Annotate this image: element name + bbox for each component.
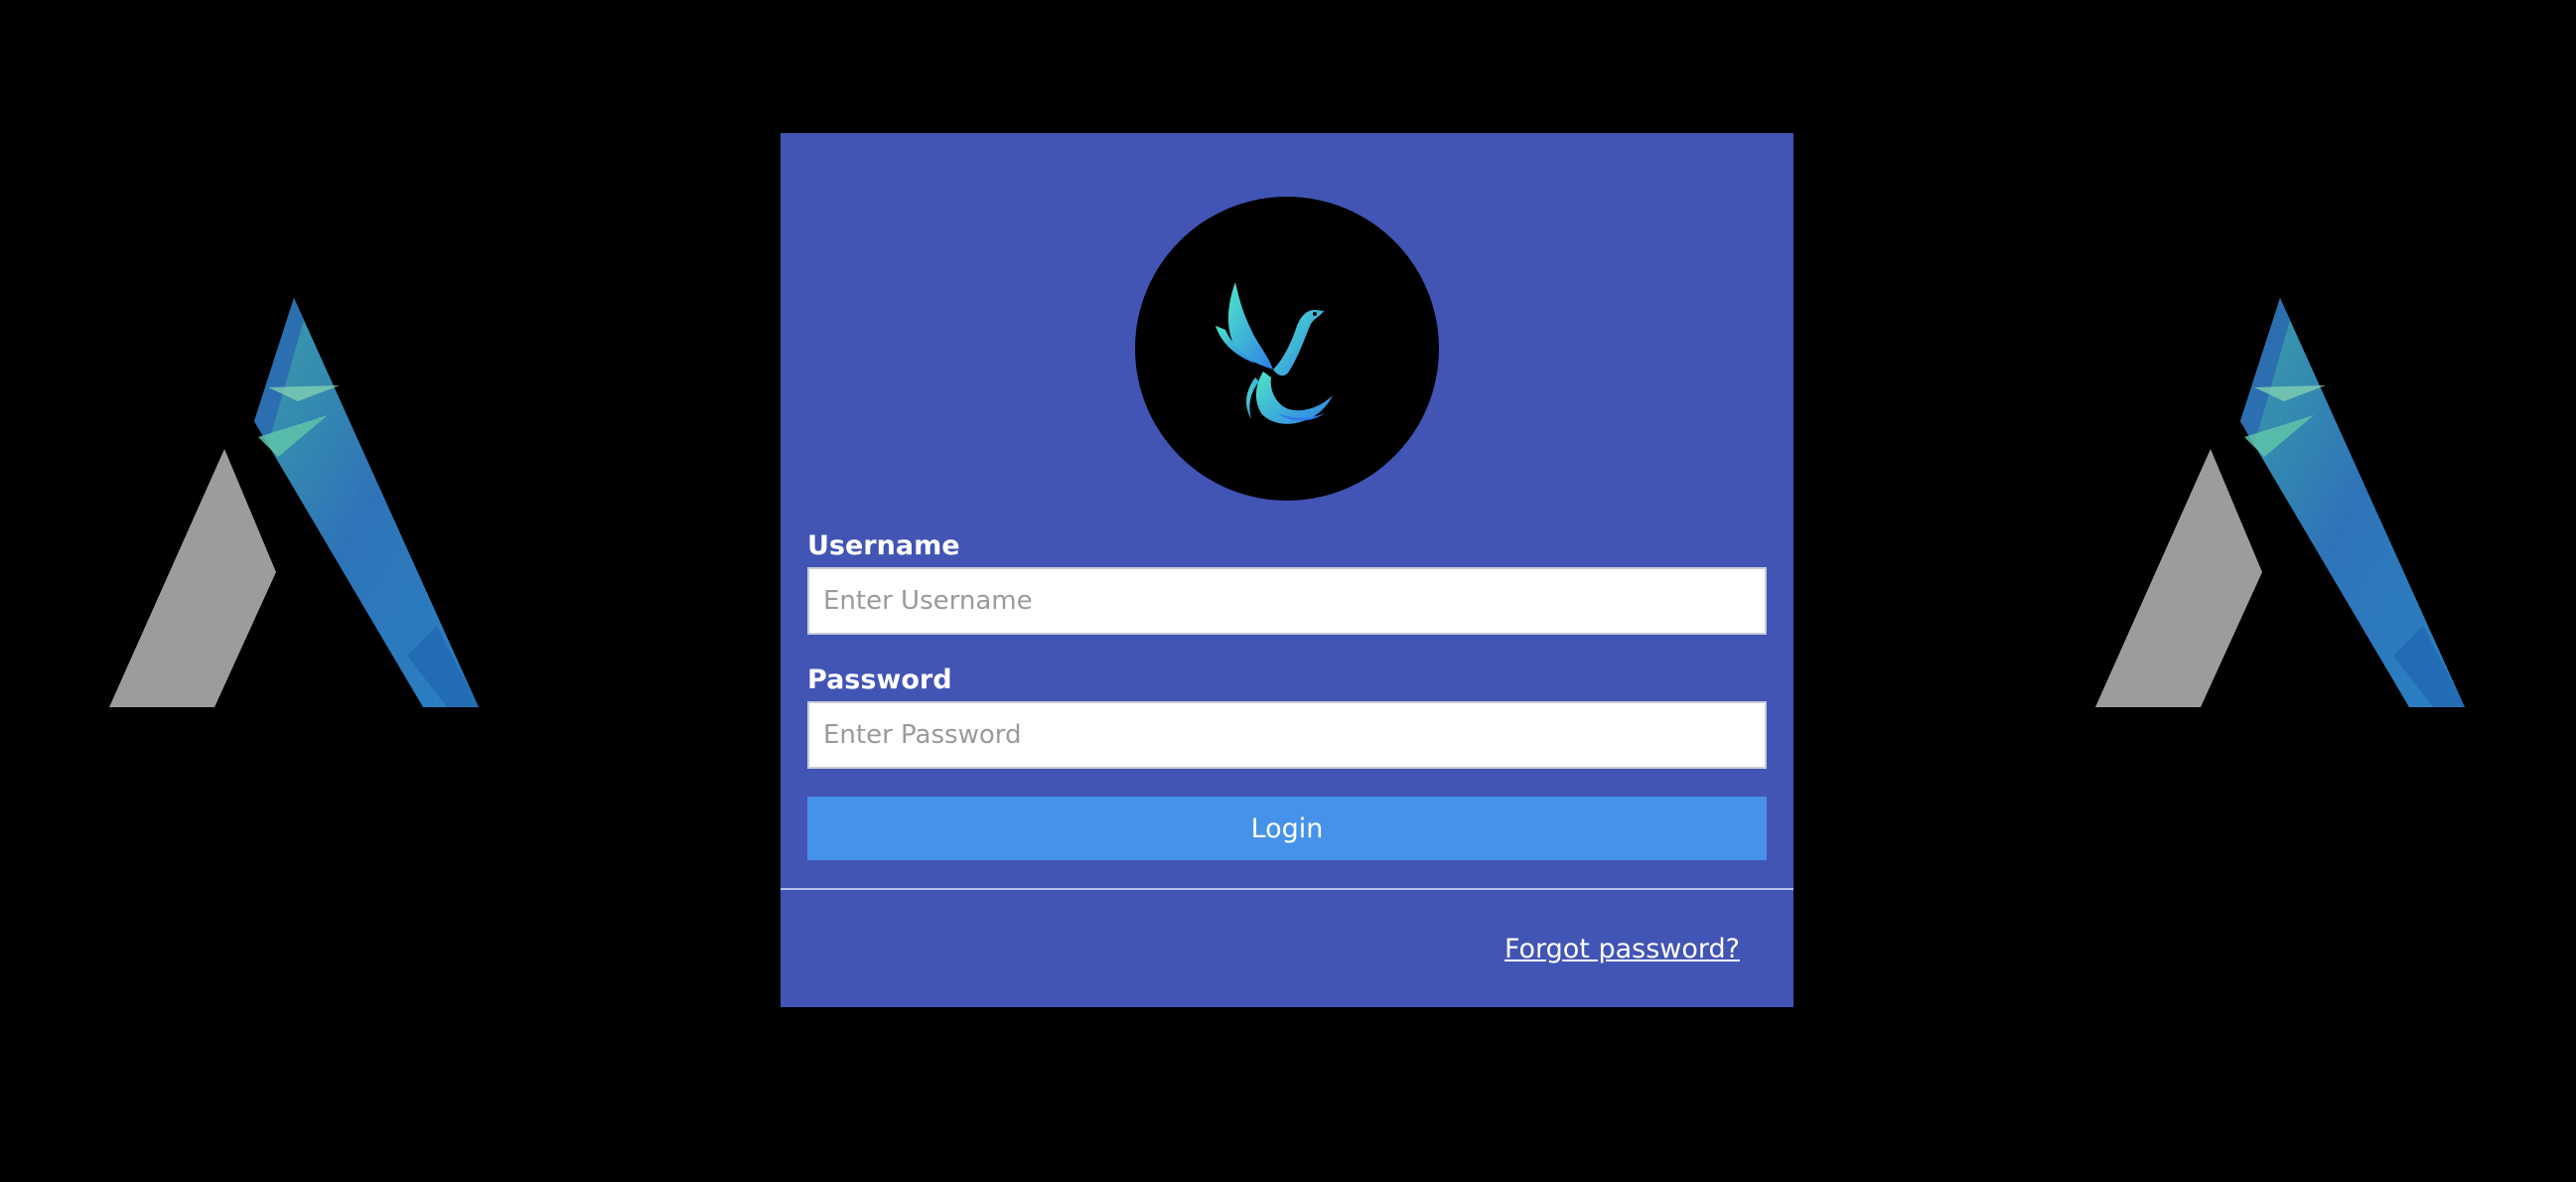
avatar bbox=[1135, 197, 1439, 501]
divider bbox=[781, 888, 1793, 890]
stylized-a-logo-icon bbox=[109, 298, 479, 707]
phoenix-bird-icon bbox=[1216, 282, 1333, 424]
username-input[interactable] bbox=[807, 567, 1767, 635]
login-page: Username Password Login Forgot password? bbox=[0, 0, 2576, 1182]
username-label: Username bbox=[807, 530, 960, 561]
login-button[interactable]: Login bbox=[807, 797, 1767, 860]
password-input[interactable] bbox=[807, 701, 1767, 769]
login-card: Username Password Login Forgot password? bbox=[781, 133, 1793, 1007]
stylized-a-logo-icon bbox=[2095, 298, 2465, 707]
password-label: Password bbox=[807, 665, 952, 695]
forgot-password-link[interactable]: Forgot password? bbox=[1504, 934, 1740, 964]
